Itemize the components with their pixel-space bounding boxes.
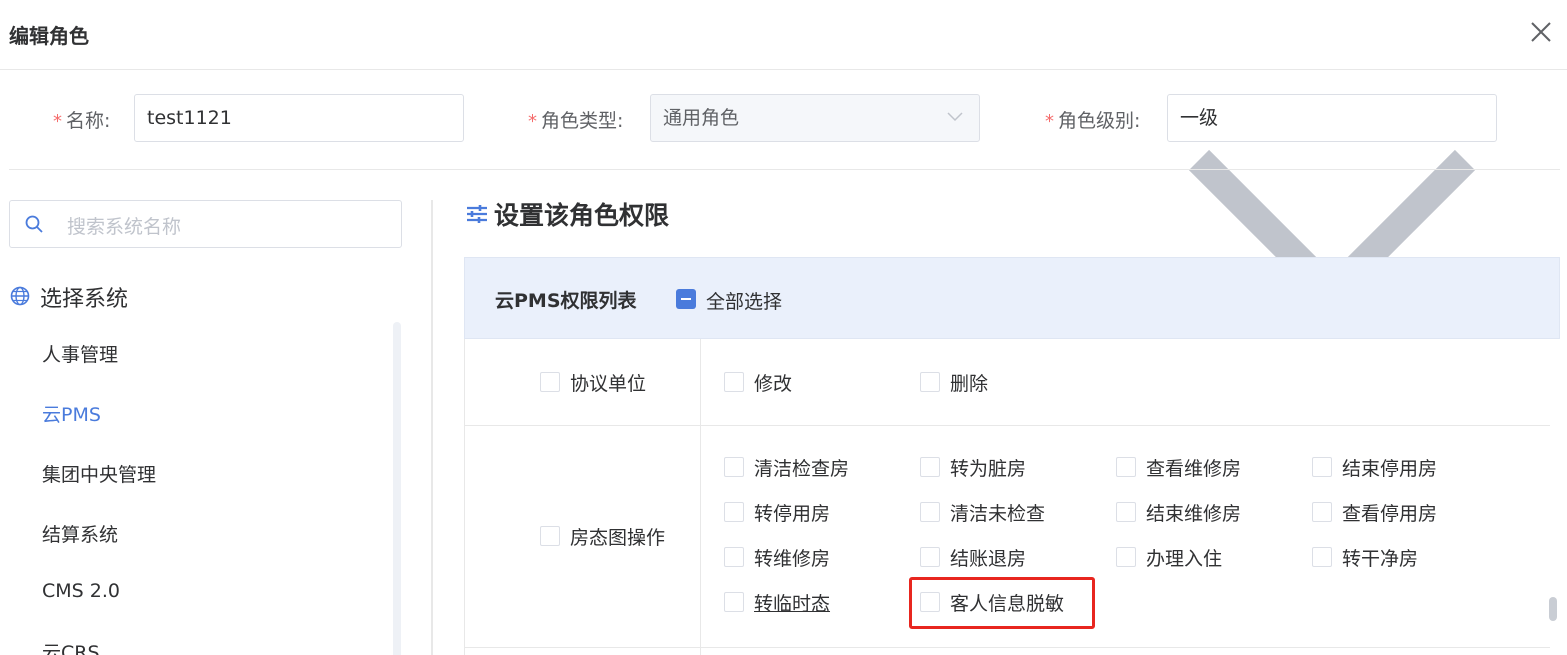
checkbox-label: 清洁检查房 bbox=[754, 458, 850, 480]
checkbox-label: 协议单位 bbox=[570, 373, 647, 395]
role-level-value: 一级 bbox=[1180, 107, 1219, 129]
role-type-label: * 角色类型: bbox=[528, 106, 623, 133]
highlight-box bbox=[909, 577, 1095, 629]
system-item-cms[interactable]: CMS 2.0 bbox=[42, 580, 120, 602]
close-icon[interactable] bbox=[1527, 18, 1555, 46]
checkbox-box bbox=[920, 457, 940, 477]
checkbox-label: 结账退房 bbox=[950, 548, 1027, 570]
checkbox-label: 修改 bbox=[754, 373, 793, 395]
checkbox-label: 结束维修房 bbox=[1146, 503, 1242, 525]
sliders-icon bbox=[467, 205, 487, 223]
required-mark: * bbox=[1045, 111, 1054, 132]
checkbox-box bbox=[540, 526, 560, 546]
checkbox-label: 转维修房 bbox=[754, 548, 831, 570]
role-level-label: * 角色级别: bbox=[1045, 106, 1140, 133]
checkbox-box bbox=[724, 592, 744, 612]
select-system-title: 选择系统 bbox=[40, 287, 129, 312]
dialog-header: 编辑角色 bbox=[0, 0, 1567, 70]
checkbox-label: 查看维修房 bbox=[1146, 458, 1242, 480]
checkbox-box bbox=[920, 502, 940, 522]
checkbox-box bbox=[724, 457, 744, 477]
checkbox-label: 结束停用房 bbox=[1342, 458, 1438, 480]
globe-icon bbox=[10, 286, 30, 306]
role-type-label-text: 角色类型: bbox=[541, 110, 624, 132]
role-type-select[interactable]: 通用角色 bbox=[650, 94, 980, 142]
role-level-label-text: 角色级别: bbox=[1058, 110, 1141, 132]
checkbox-box bbox=[920, 547, 940, 567]
table-row-divider bbox=[464, 647, 1550, 648]
checkbox-box bbox=[540, 372, 560, 392]
checkbox-box bbox=[920, 372, 940, 392]
checkbox-label: 转干净房 bbox=[1342, 548, 1419, 570]
checkbox-box bbox=[724, 547, 744, 567]
permission-list-header: 云PMS权限列表 全部选择 bbox=[464, 257, 1560, 339]
checkbox-box bbox=[1312, 457, 1332, 477]
system-item-group-central[interactable]: 集团中央管理 bbox=[42, 460, 156, 487]
system-item-cloud-crs[interactable]: 云CRS bbox=[42, 638, 100, 655]
checkbox-box bbox=[724, 502, 744, 522]
checkbox-label: 清洁未检查 bbox=[950, 503, 1046, 525]
select-all-label: 全部选择 bbox=[706, 291, 783, 313]
sidebar-scrollbar[interactable] bbox=[393, 322, 401, 655]
checkbox-label: 查看停用房 bbox=[1342, 503, 1438, 525]
role-level-select[interactable]: 一级 bbox=[1167, 94, 1497, 314]
checkbox-label: 转停用房 bbox=[754, 503, 831, 525]
dialog-title: 编辑角色 bbox=[9, 24, 89, 48]
system-item-cloud-pms[interactable]: 云PMS bbox=[42, 400, 101, 427]
permission-scrollbar[interactable] bbox=[1549, 597, 1557, 621]
checkbox-box bbox=[1312, 547, 1332, 567]
name-label-text: 名称: bbox=[66, 110, 111, 132]
checkbox-label: 转为脏房 bbox=[950, 458, 1027, 480]
indeterminate-checkbox-icon bbox=[676, 289, 696, 309]
form-divider bbox=[9, 169, 1560, 170]
checkbox-box bbox=[724, 372, 744, 392]
checkbox-label: 房态图操作 bbox=[570, 527, 666, 549]
chevron-down-icon bbox=[947, 112, 963, 122]
search-icon bbox=[25, 215, 43, 233]
checkbox-box bbox=[1116, 547, 1136, 567]
checkbox-box bbox=[1116, 457, 1136, 477]
system-item-hr[interactable]: 人事管理 bbox=[42, 340, 118, 367]
name-input-value: test1121 bbox=[147, 107, 232, 129]
search-placeholder: 搜索系统名称 bbox=[67, 216, 182, 238]
checkbox-box bbox=[1312, 502, 1332, 522]
name-label: * 名称: bbox=[53, 106, 110, 133]
checkbox-box bbox=[1116, 502, 1136, 522]
panel-divider bbox=[431, 200, 433, 655]
checkbox-label: 转临时态 bbox=[754, 593, 831, 615]
checkbox-label: 删除 bbox=[950, 373, 989, 395]
required-mark: * bbox=[53, 111, 62, 132]
table-column-divider bbox=[700, 339, 701, 655]
permission-title: 设置该角色权限 bbox=[494, 201, 670, 230]
permission-list-name: 云PMS权限列表 bbox=[495, 290, 637, 312]
role-type-value: 通用角色 bbox=[663, 107, 740, 129]
name-input[interactable]: test1121 bbox=[134, 94, 464, 142]
checkbox-label: 办理入住 bbox=[1146, 548, 1223, 570]
required-mark: * bbox=[528, 111, 537, 132]
system-search-input[interactable]: 搜索系统名称 bbox=[9, 200, 402, 248]
system-item-settlement[interactable]: 结算系统 bbox=[42, 520, 118, 547]
table-row-divider bbox=[464, 425, 1550, 426]
